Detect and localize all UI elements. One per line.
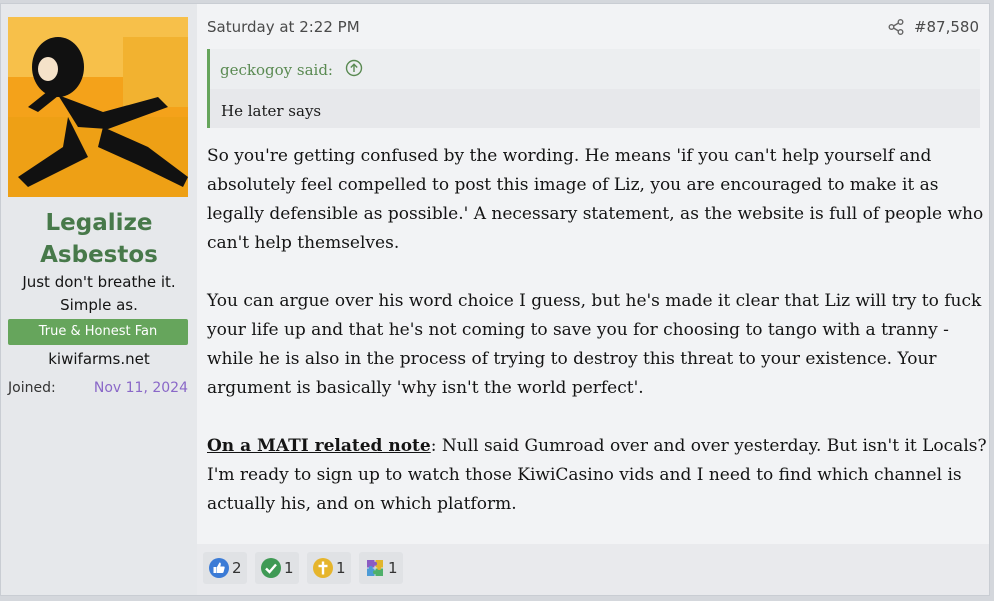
post-number-link[interactable]: #87,580	[914, 17, 979, 37]
user-title-line-2: Simple as.	[60, 296, 138, 314]
forum-post: Legalize Asbestos Just don't breathe it.…	[0, 3, 990, 596]
user-info-panel: Legalize Asbestos Just don't breathe it.…	[1, 4, 197, 595]
reaction-bar: 2 1 1 1	[197, 544, 989, 595]
post-paragraph-1: So you're getting confused by the wordin…	[207, 146, 984, 253]
quote-author-link[interactable]: geckogoy said:	[220, 60, 333, 80]
user-title-line-1: Just don't breathe it.	[22, 273, 176, 291]
post-paragraph-2: You can argue over his word choice I gue…	[207, 291, 982, 398]
username-line-1: Legalize	[45, 210, 153, 236]
thumbs-up-icon	[209, 558, 229, 578]
avatar[interactable]	[8, 17, 188, 197]
reaction-count: 1	[388, 559, 398, 577]
reaction-count: 2	[232, 559, 242, 577]
joined-date: Nov 11, 2024	[93, 380, 188, 396]
reaction-thumbs-up[interactable]: 2	[203, 552, 247, 584]
username-line-2: Asbestos	[40, 242, 158, 268]
post-date[interactable]: Saturday at 2:22 PM	[207, 17, 360, 37]
quote-text: He later says	[221, 102, 322, 120]
post-content-panel: Saturday at 2:22 PM #87,580 geckogoy sai…	[197, 4, 989, 595]
quote-header: geckogoy said:	[210, 49, 980, 89]
post-paragraph-3: On a MATI related note: Null said Gumroa…	[207, 432, 987, 519]
user-banner: True & Honest Fan	[8, 319, 188, 345]
puzzle-piece-icon	[367, 560, 383, 576]
reaction-puzzle[interactable]: 1	[359, 552, 403, 584]
reaction-count: 1	[336, 559, 346, 577]
reaction-cross[interactable]: 1	[307, 552, 351, 584]
avatar-image	[8, 17, 188, 197]
joined-label: Joined:	[8, 380, 56, 396]
post-body: So you're getting confused by the wordin…	[207, 142, 987, 548]
arrow-up-circle-icon[interactable]	[345, 59, 363, 77]
share-icon[interactable]	[887, 18, 905, 36]
reaction-count: 1	[284, 559, 294, 577]
reaction-agree[interactable]: 1	[255, 552, 299, 584]
user-title: Just don't breathe it. Simple as.	[1, 271, 197, 317]
quote-block: geckogoy said: He later says	[207, 49, 980, 128]
cross-icon	[313, 558, 333, 578]
username[interactable]: Legalize Asbestos	[1, 207, 197, 271]
paragraph-3-heading: On a MATI related note	[207, 436, 431, 456]
check-mark-icon	[261, 558, 281, 578]
user-site: kiwifarms.net	[48, 350, 150, 368]
